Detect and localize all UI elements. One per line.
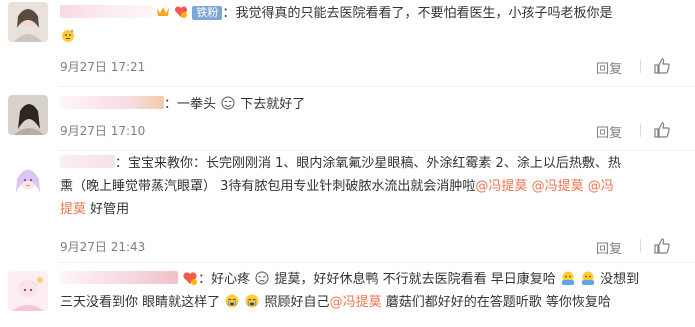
comment-colon: ： <box>164 97 178 112</box>
comment-content: 好心疼 <box>211 272 251 287</box>
smile-emoji-icon <box>221 96 235 110</box>
sweat-emoji-icon <box>62 29 74 42</box>
thumbs-up-icon[interactable] <box>653 121 671 139</box>
comment-content: 一拳头 <box>177 97 217 112</box>
username[interactable] <box>60 96 164 109</box>
cry-emoji-icon <box>225 294 239 308</box>
avatar[interactable] <box>8 95 48 135</box>
divider <box>640 239 641 253</box>
comment-text: ：一拳头 下去就好了 <box>60 93 687 116</box>
reply-button[interactable]: 回复 <box>596 58 622 77</box>
avatar[interactable] <box>8 271 48 311</box>
reply-button[interactable]: 回复 <box>596 238 622 257</box>
comment-text: 铁粉 ：我觉得真的只能去医院看看了，不要怕看医生，小孩子吗老板你是 <box>60 2 687 48</box>
comment-content: 照顾好自己 <box>260 295 330 310</box>
username[interactable] <box>60 271 178 284</box>
comment-text: ：好心疼 提莫，好好休息鸭 不行就去医院看看 早日康复哈 没想到 三天没看到你 … <box>60 268 687 314</box>
comment-content: 我觉得真的只能去医院看看了，不要怕看医生，小孩子吗老板你是 <box>235 6 613 21</box>
comment-content: 宝宝来教你：长完刚刚消 1、眼内涂氧氟沙星眼稿、外涂红霉素 2、涂上以后热敷、热 <box>128 156 621 171</box>
comment-content: 下去就好了 <box>236 97 306 112</box>
comment-time: 9月27日 17:21 <box>60 60 146 74</box>
hug-emoji-icon <box>561 271 574 285</box>
mention-link[interactable]: @冯提莫 <box>330 295 382 310</box>
fan-badge[interactable]: 铁粉 <box>192 6 223 20</box>
comment-content: 提莫，好好休息鸭 不行就去医院看看 早日康复哈 <box>270 272 556 287</box>
mention-link[interactable]: 提莫 <box>60 202 86 217</box>
comment-2: ：一拳头 下去就好了 9月27日 17:10 回复 <box>0 87 695 150</box>
divider <box>640 123 641 137</box>
comment-colon: ： <box>115 156 129 171</box>
hug-emoji-icon <box>582 271 594 285</box>
avatar[interactable] <box>8 159 48 199</box>
avatar[interactable] <box>8 2 48 42</box>
username[interactable] <box>60 155 115 168</box>
comment-colon: ： <box>222 6 236 21</box>
comment-content: 蘑菇们都好好的在答题听歌 等你恢复哈 <box>381 295 611 310</box>
thumbs-up-icon[interactable] <box>653 237 671 255</box>
comment-text: ：宝宝来教你：长完刚刚消 1、眼内涂氧氟沙星眼稿、外涂红霉素 2、涂上以后热敷、… <box>60 152 687 221</box>
comment-content: 好管用 <box>86 202 130 217</box>
comment-content: 三天没看到你 眼睛就这样了 <box>60 295 221 310</box>
divider <box>640 59 641 73</box>
comment-4: ：好心疼 提莫，好好休息鸭 不行就去医院看看 早日康复哈 没想到 三天没看到你 … <box>0 263 695 327</box>
username[interactable] <box>60 5 152 18</box>
comment-colon: ： <box>198 272 212 287</box>
mention-link[interactable]: @冯 <box>588 179 614 194</box>
thumbs-up-icon[interactable] <box>653 57 671 75</box>
comment-1: 铁粉 ：我觉得真的只能去医院看看了，不要怕看医生，小孩子吗老板你是 9月27日 1… <box>0 0 695 86</box>
cry-emoji-icon <box>245 294 259 308</box>
comment-time: 9月27日 21:43 <box>60 240 146 254</box>
mention-link[interactable]: @冯提莫 <box>475 179 527 194</box>
comment-content: 熏（晚上睡觉带蒸汽眼罩） 3待有脓包用专业针刺破脓水流出就会消肿啦 <box>60 179 476 194</box>
reply-button[interactable]: 回复 <box>596 122 622 141</box>
comment-3: ：宝宝来教你：长完刚刚消 1、眼内涂氧氟沙星眼稿、外涂红霉素 2、涂上以后热敷、… <box>0 151 695 261</box>
mention-link[interactable]: @冯提莫 <box>532 179 584 194</box>
cry-emoji-icon <box>255 271 269 285</box>
comment-content: 没想到 <box>596 272 640 287</box>
fan-heart-icon <box>175 6 188 18</box>
comment-time: 9月27日 17:10 <box>60 124 146 138</box>
vip-crown-icon <box>157 7 170 16</box>
fan-heart-icon <box>183 272 198 285</box>
